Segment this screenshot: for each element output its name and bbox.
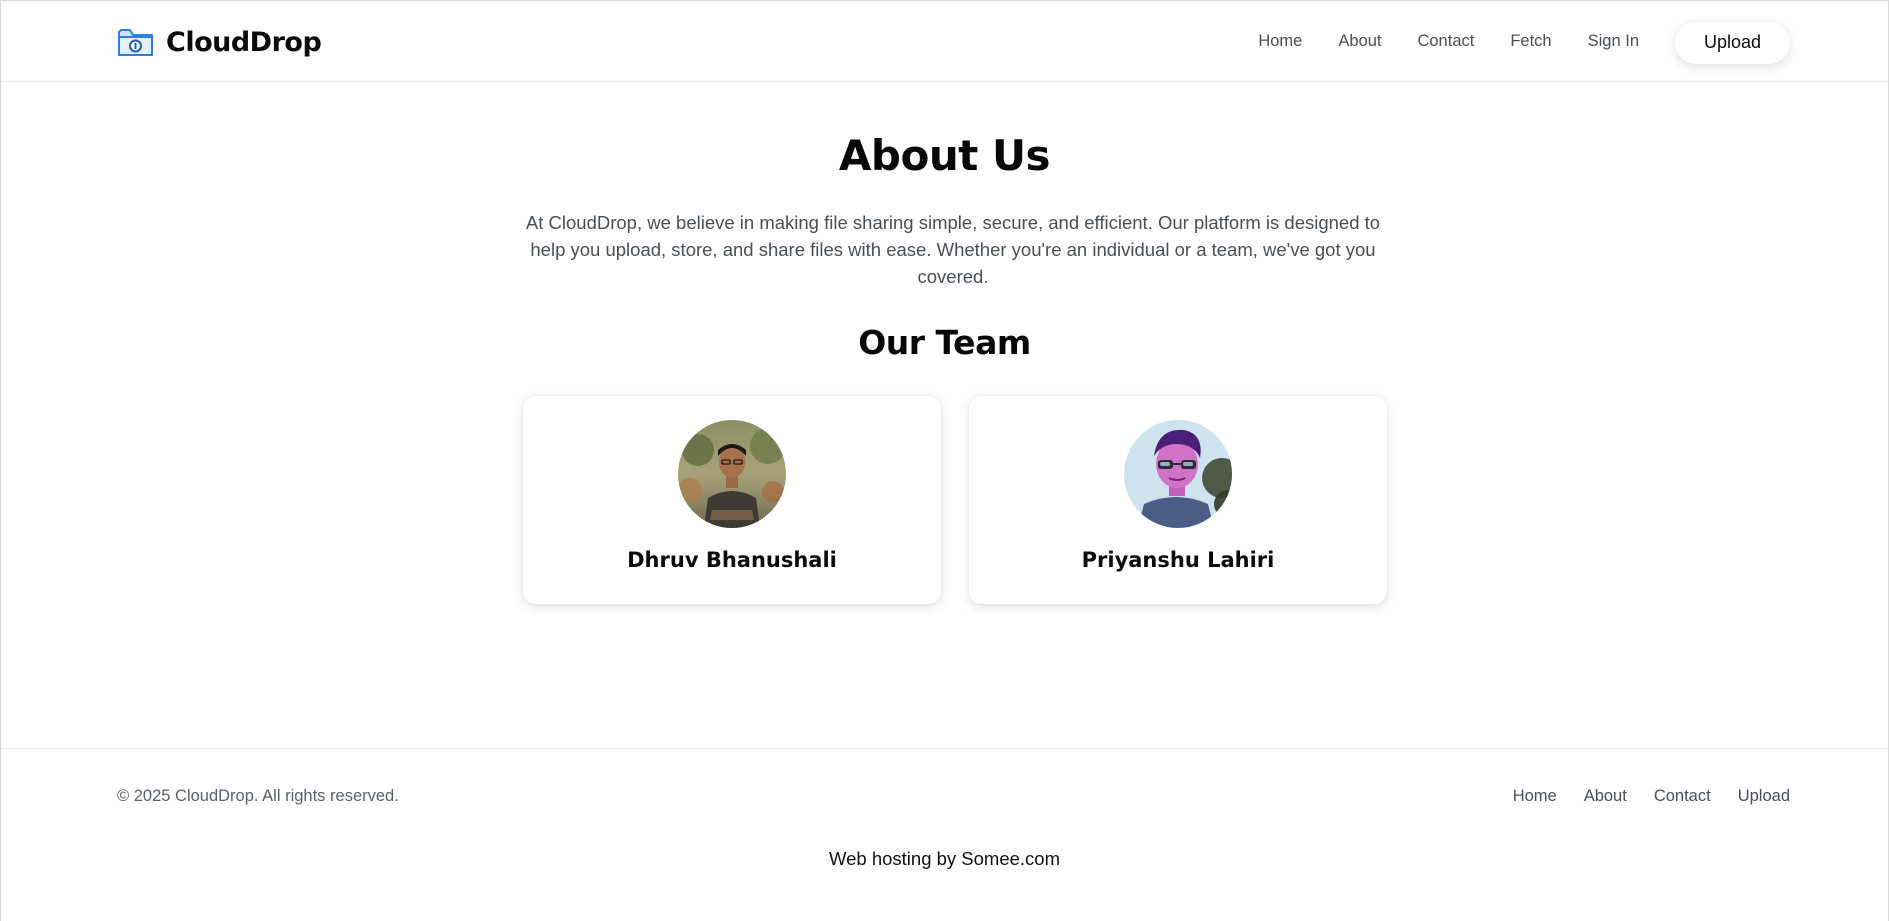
team-member-card: Dhruv Bhanushali: [523, 396, 941, 604]
page: CloudDrop Home About Contact Fetch Sign …: [0, 0, 1889, 921]
nav-home-link[interactable]: Home: [1258, 32, 1302, 51]
footer-contact-link[interactable]: Contact: [1654, 787, 1711, 806]
avatar: [1124, 420, 1232, 528]
brand-logo[interactable]: CloudDrop: [117, 25, 322, 59]
site-header: CloudDrop Home About Contact Fetch Sign …: [1, 1, 1888, 82]
copyright-text: © 2025 CloudDrop. All rights reserved.: [117, 787, 399, 805]
footer-home-link[interactable]: Home: [1513, 787, 1557, 806]
nav-about-link[interactable]: About: [1338, 32, 1381, 51]
upload-button[interactable]: Upload: [1675, 21, 1790, 64]
folder-icon: [118, 29, 153, 56]
footer-about-link[interactable]: About: [1584, 787, 1627, 806]
team-member-card: Priyanshu Lahiri: [969, 396, 1387, 604]
hosting-credit[interactable]: Web hosting by Somee.com: [1, 848, 1888, 870]
team-member-name: Priyanshu Lahiri: [1081, 548, 1275, 572]
page-title: About Us: [838, 131, 1051, 180]
team-member-name: Dhruv Bhanushali: [627, 548, 837, 572]
nav-sign-in-link[interactable]: Sign In: [1588, 32, 1639, 51]
footer-upload-link[interactable]: Upload: [1738, 787, 1790, 806]
team-section-title: Our Team: [858, 323, 1031, 362]
site-footer: © 2025 CloudDrop. All rights reserved. H…: [1, 748, 1888, 838]
team-grid: Dhruv Bhanushali Priyanshu Lahiri: [523, 396, 1387, 604]
avatar: [678, 420, 786, 528]
main-nav: Home About Contact Fetch Sign In Upload: [1258, 1, 1790, 82]
brand-name: CloudDrop: [166, 26, 322, 58]
nav-fetch-link[interactable]: Fetch: [1510, 32, 1551, 51]
about-intro-text: At CloudDrop, we believe in making file …: [525, 212, 1381, 287]
nav-contact-link[interactable]: Contact: [1417, 32, 1474, 51]
footer-nav: Home About Contact Upload: [1486, 787, 1790, 806]
